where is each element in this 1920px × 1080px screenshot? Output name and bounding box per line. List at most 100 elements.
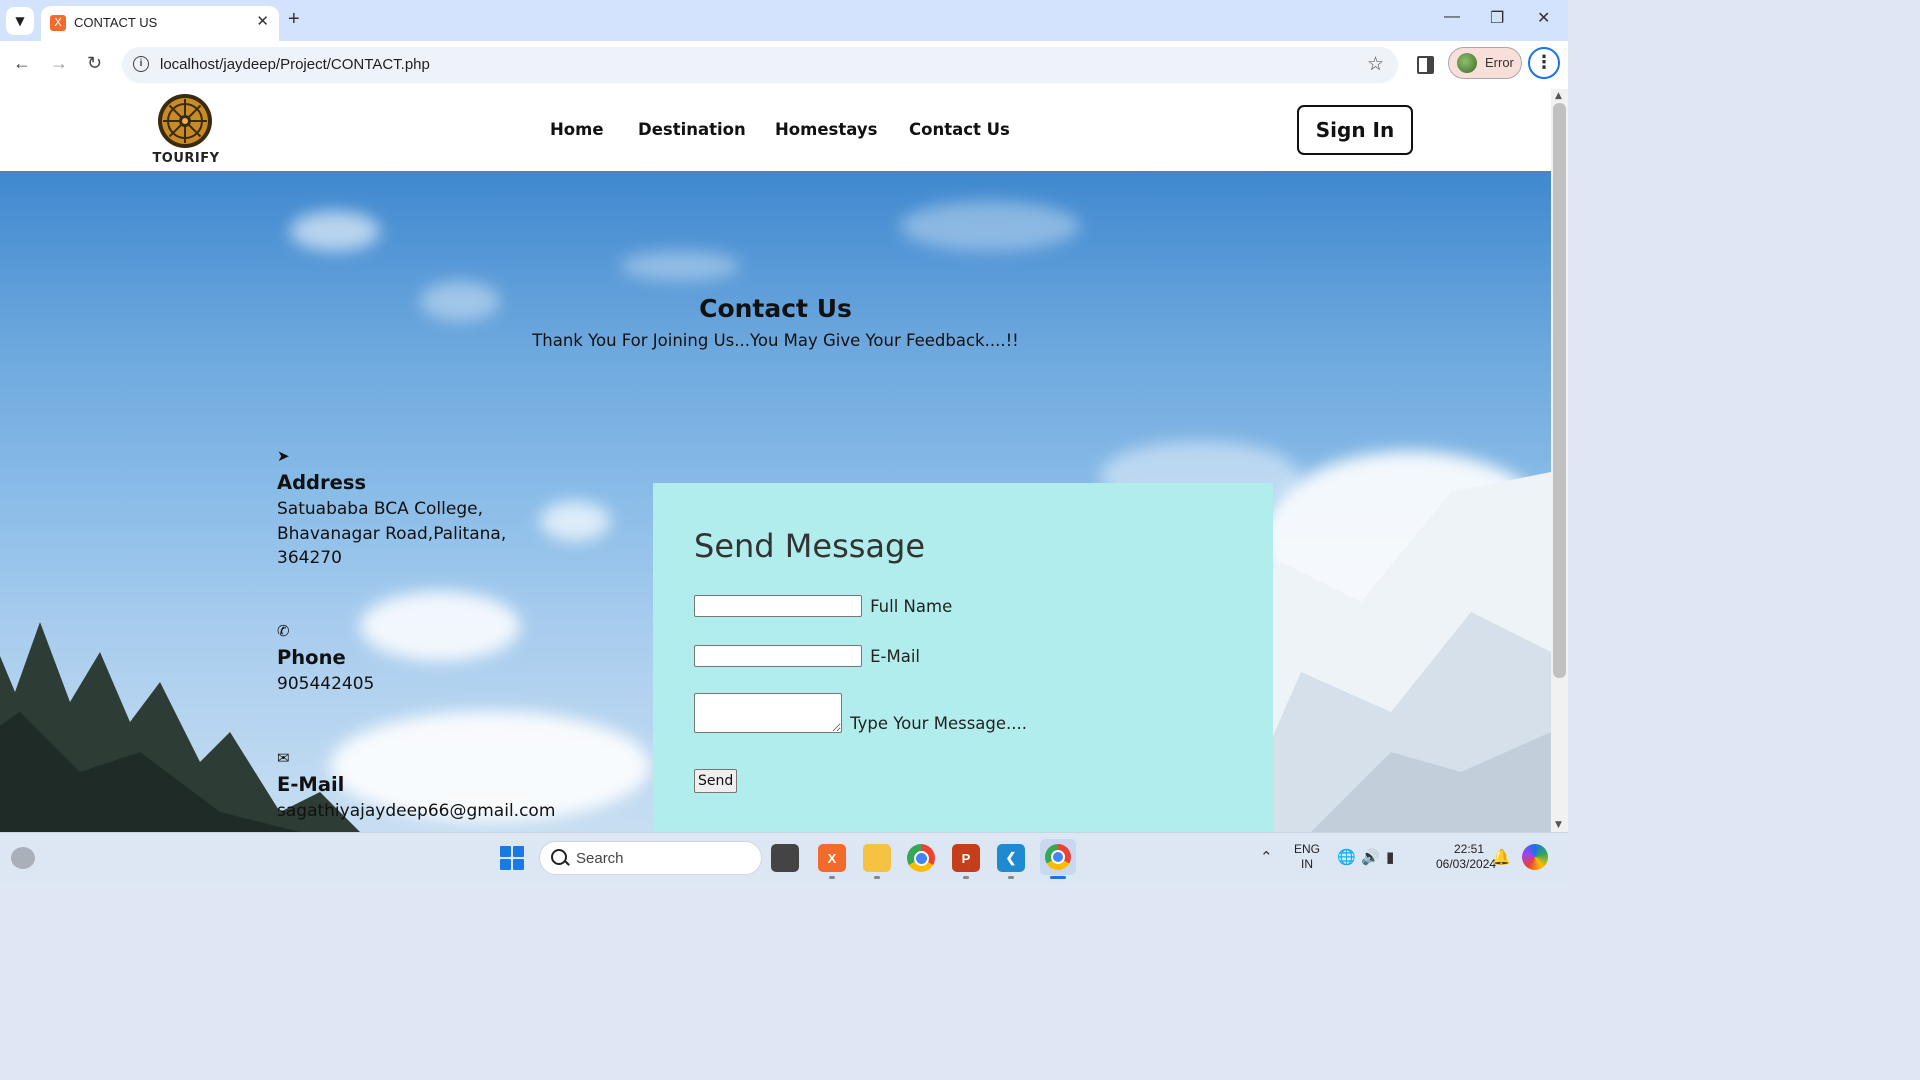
new-tab-icon[interactable]: + xyxy=(288,8,300,31)
address-bar[interactable]: i localhost/jaydeep/Project/CONTACT.php … xyxy=(122,47,1398,83)
notification-bell-icon[interactable]: 🔔 xyxy=(1492,848,1511,866)
language-indicator[interactable]: ENG IN xyxy=(1294,842,1320,872)
tab-search-chevron-icon[interactable]: ▼ xyxy=(6,7,34,35)
message-textarea[interactable] xyxy=(694,693,842,733)
clock-date: 06/03/2024 xyxy=(1436,857,1497,871)
nav-destination[interactable]: Destination xyxy=(638,120,746,139)
folder-icon[interactable] xyxy=(863,844,891,872)
browser-tab-strip: ▼ X CONTACT US ✕ + — ❐ ✕ xyxy=(0,0,1568,41)
message-label: Type Your Message.... xyxy=(850,714,1028,733)
windows-start-icon[interactable] xyxy=(500,846,524,870)
windows-taskbar: Search X P ❮ ⌃ ENG IN 🌐 🔊 ▮ 22:51 06/03/… xyxy=(0,832,1568,883)
vscode-icon[interactable]: ❮ xyxy=(997,844,1025,872)
scroll-up-arrow-icon[interactable]: ▲ xyxy=(1555,91,1562,101)
network-globe-icon[interactable]: 🌐 xyxy=(1337,848,1356,866)
window-close-icon[interactable]: ✕ xyxy=(1537,8,1550,28)
compass-wheel-icon xyxy=(158,94,212,148)
side-panel-icon[interactable] xyxy=(1417,56,1434,74)
phone-heading: Phone xyxy=(277,646,346,669)
cloud-decoration xyxy=(900,201,1080,251)
task-view-icon[interactable] xyxy=(771,844,799,872)
weather-widget-icon[interactable] xyxy=(11,847,35,869)
running-indicator xyxy=(829,876,835,879)
email-heading: E-Mail xyxy=(277,773,345,796)
address-heading: Address xyxy=(277,471,367,494)
volume-icon[interactable]: 🔊 xyxy=(1361,848,1380,866)
taskbar-search-label: Search xyxy=(576,850,624,867)
site-header: TOURIFY Home Destination Homestays Conta… xyxy=(0,89,1551,173)
envelope-icon: ✉ xyxy=(277,749,290,767)
tab-title: CONTACT US xyxy=(74,15,158,30)
powerpoint-icon[interactable]: P xyxy=(952,844,980,872)
phone-icon: ✆ xyxy=(277,622,290,640)
page-viewport: TOURIFY Home Destination Homestays Conta… xyxy=(0,89,1551,832)
browser-menu-icon[interactable]: ⋮ xyxy=(1528,47,1560,79)
address-line-3: 364270 xyxy=(277,548,342,568)
logo-text: TOURIFY xyxy=(152,151,220,166)
nav-home[interactable]: Home xyxy=(550,120,604,139)
battery-icon[interactable]: ▮ xyxy=(1386,848,1394,866)
cloud-decoration xyxy=(620,251,740,281)
minimize-icon[interactable]: — xyxy=(1444,8,1460,26)
bookmark-star-icon[interactable]: ☆ xyxy=(1367,53,1384,75)
email-value: sagathiyajaydeep66@gmail.com xyxy=(277,801,556,821)
nav-homestays[interactable]: Homestays xyxy=(775,120,877,139)
email-input[interactable] xyxy=(694,645,862,667)
clock-time: 22:51 xyxy=(1453,842,1484,856)
page-subtitle: Thank You For Joining Us...You May Give … xyxy=(532,331,1019,350)
language-code: ENG xyxy=(1294,842,1321,856)
cloud-decoration xyxy=(540,501,610,541)
site-info-icon[interactable]: i xyxy=(133,56,149,72)
page-scrollbar[interactable]: ▲ ▼ xyxy=(1551,89,1568,832)
hero-section: Contact Us Thank You For Joining Us...Yo… xyxy=(0,171,1551,832)
avatar xyxy=(1457,53,1477,73)
address-line-2: Bhavanagar Road,Palitana, xyxy=(277,523,507,544)
email-block: ✉ E-Mail sagathiyajaydeep66@gmail.com xyxy=(277,749,555,824)
scrollbar-thumb[interactable] xyxy=(1553,103,1566,678)
scroll-down-arrow-icon[interactable]: ▼ xyxy=(1555,820,1562,830)
email-row: E-Mail xyxy=(694,645,920,667)
system-clock[interactable]: 22:51 06/03/2024 xyxy=(1436,842,1497,872)
running-indicator xyxy=(963,876,969,879)
region-code: IN xyxy=(1301,857,1313,871)
reload-icon[interactable]: ↻ xyxy=(87,53,102,74)
tourify-logo[interactable]: TOURIFY xyxy=(150,93,222,167)
active-indicator xyxy=(1050,876,1066,879)
form-title: Send Message xyxy=(694,527,926,565)
sign-in-button[interactable]: Sign In xyxy=(1297,105,1413,155)
profile-button[interactable]: Error xyxy=(1448,47,1522,79)
back-arrow-icon[interactable]: ← xyxy=(13,53,31,74)
cloud-decoration xyxy=(290,211,380,251)
url-text[interactable]: localhost/jaydeep/Project/CONTACT.php xyxy=(160,56,430,73)
xampp-icon[interactable]: X xyxy=(818,844,846,872)
copilot-icon[interactable] xyxy=(1522,844,1548,870)
full-name-input[interactable] xyxy=(694,595,862,617)
browser-tab[interactable]: X CONTACT US ✕ xyxy=(41,6,279,41)
send-button[interactable]: Send xyxy=(694,769,738,793)
full-name-label: Full Name xyxy=(870,596,953,616)
nav-contact-us[interactable]: Contact Us xyxy=(909,120,1010,139)
send-message-form: Send Message Full Name E-Mail Type Your … xyxy=(653,483,1273,832)
address-line-1: Satuababa BCA College, xyxy=(277,499,483,519)
profile-status-label: Error xyxy=(1485,55,1514,70)
location-arrow-icon: ➤ xyxy=(277,447,290,465)
tab-close-icon[interactable]: ✕ xyxy=(256,12,269,30)
address-block: ➤ Address Satuababa BCA College, Bhavana… xyxy=(277,447,506,571)
message-row: Type Your Message.... xyxy=(694,693,1027,733)
search-icon xyxy=(551,849,567,865)
xampp-favicon-icon: X xyxy=(50,15,66,31)
page-title: Contact Us xyxy=(699,294,852,323)
full-name-row: Full Name xyxy=(694,595,952,617)
chrome-profile-icon[interactable] xyxy=(1040,839,1076,875)
taskbar-search-box[interactable]: Search xyxy=(539,841,762,875)
email-label: E-Mail xyxy=(870,646,920,666)
tray-overflow-chevron-icon[interactable]: ⌃ xyxy=(1260,848,1273,866)
phone-value: 905442405 xyxy=(277,674,375,694)
phone-block: ✆ Phone 905442405 xyxy=(277,622,374,697)
forward-arrow-icon[interactable]: → xyxy=(50,53,68,74)
browser-toolbar: ← → ↻ i localhost/jaydeep/Project/CONTAC… xyxy=(0,41,1568,90)
running-indicator xyxy=(874,876,880,879)
chrome-icon[interactable] xyxy=(907,844,935,872)
running-indicator xyxy=(1008,876,1014,879)
restore-icon[interactable]: ❐ xyxy=(1490,8,1504,28)
